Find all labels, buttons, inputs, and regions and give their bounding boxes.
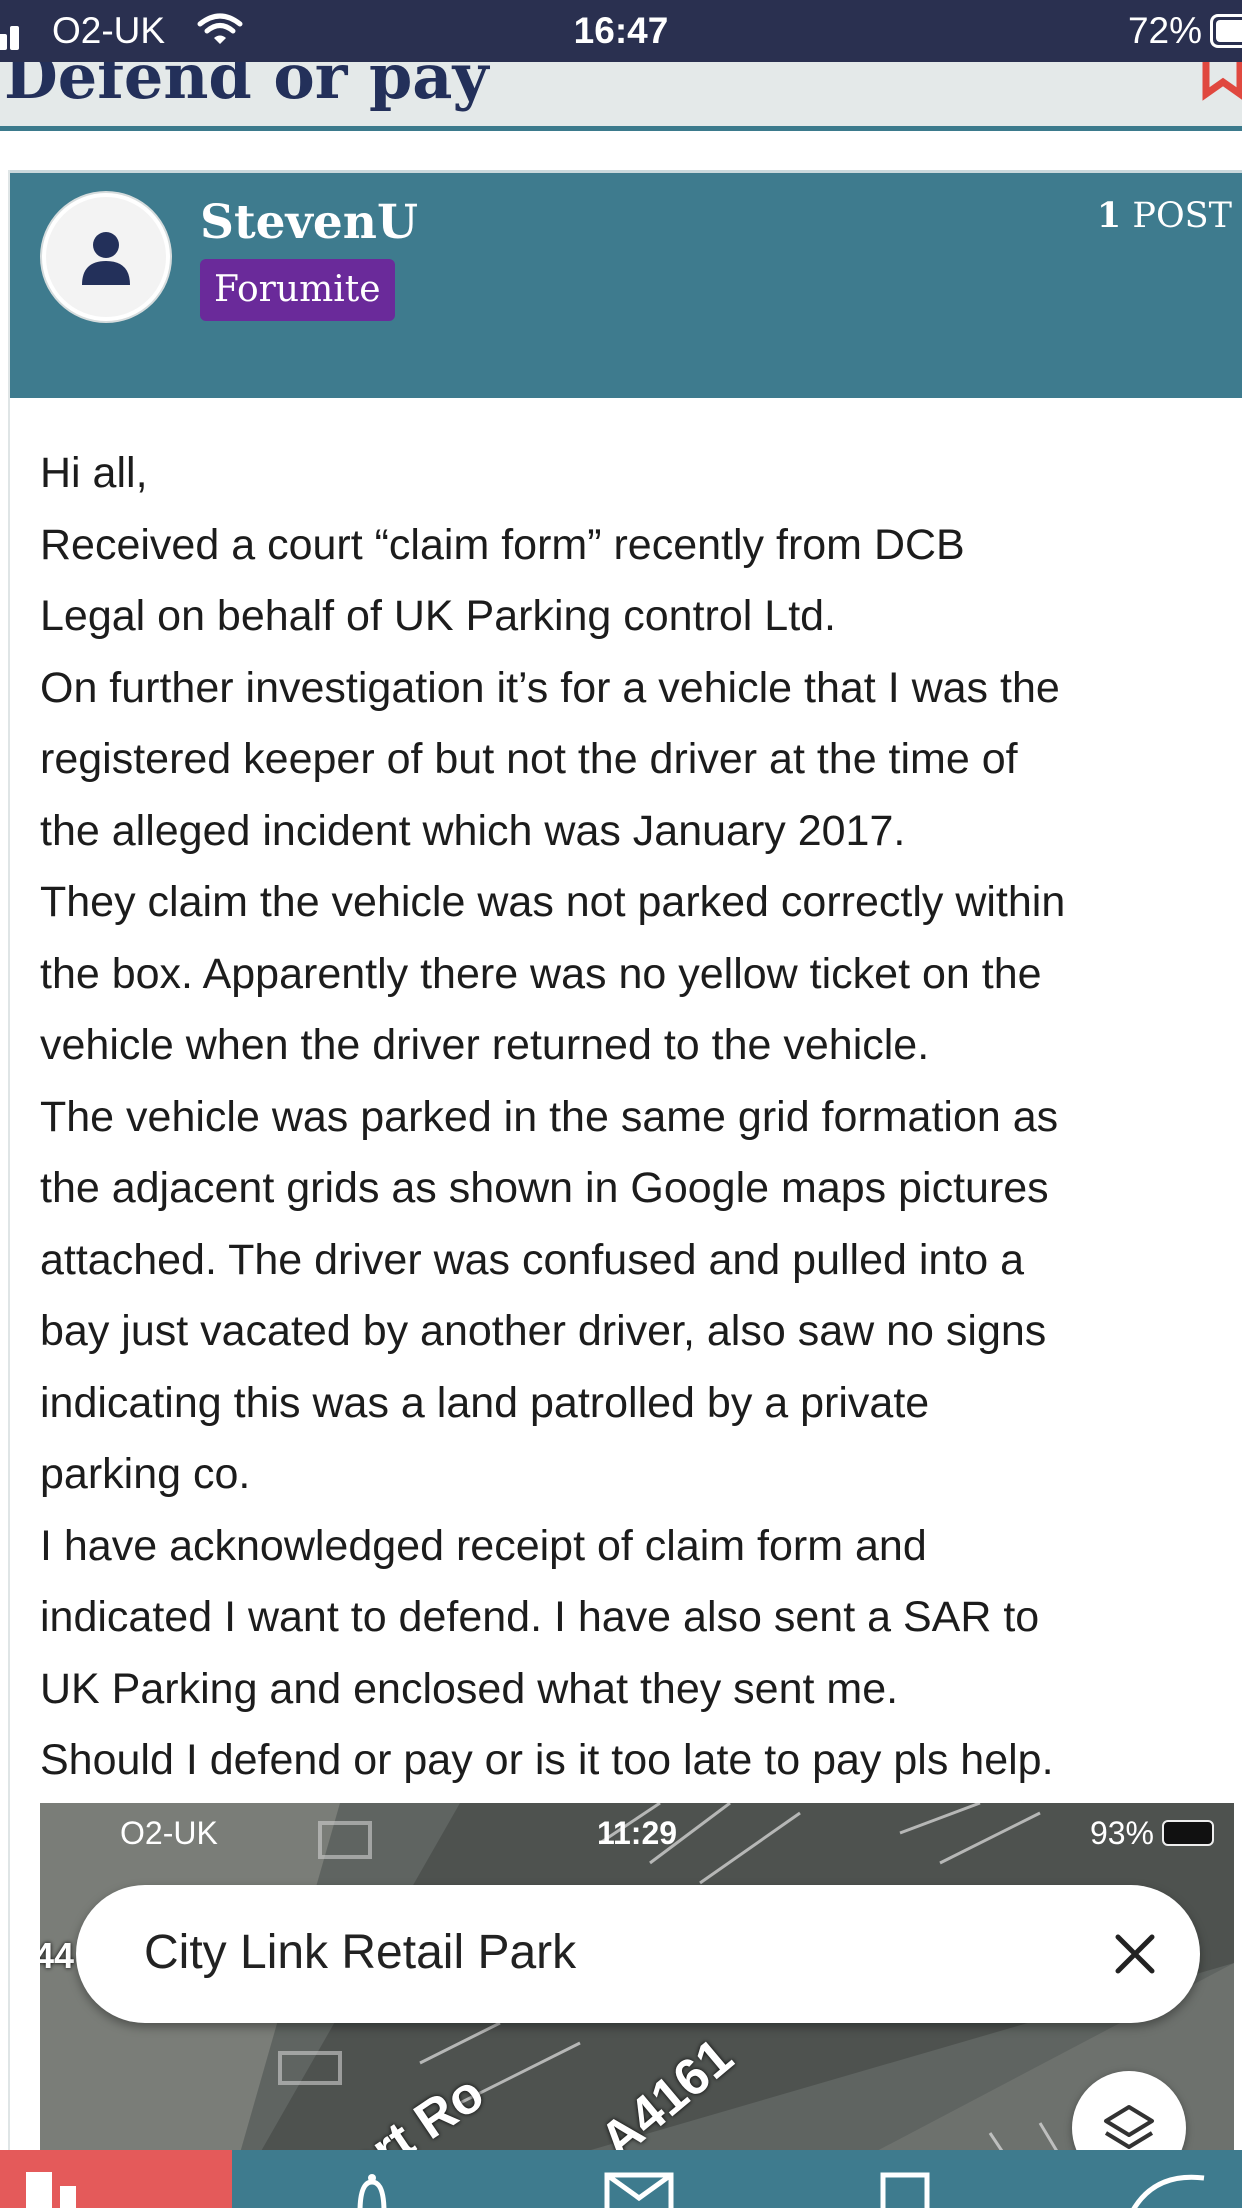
nav-bookmarks[interactable] <box>870 2150 940 2208</box>
nav-forums[interactable] <box>0 2150 232 2208</box>
post-line: attached. The driver was confused and pu… <box>40 1235 1025 1284</box>
post-line: On further investigation it’s for a vehi… <box>40 663 1060 712</box>
close-icon[interactable] <box>1110 1929 1160 1979</box>
post-line: The vehicle was parked in the same grid … <box>40 1092 1059 1141</box>
avatar[interactable] <box>42 193 170 321</box>
profile-icon <box>1131 2174 1205 2208</box>
post-line: parking co. <box>40 1450 251 1498</box>
post-line: Hi all, <box>40 449 148 497</box>
nav-profile[interactable] <box>1124 2150 1242 2208</box>
map-battery-percent: 93% <box>1089 1815 1154 1851</box>
map-battery-icon <box>1162 1820 1214 1846</box>
post-line: Should I defend or pay or is it too late… <box>40 1736 1054 1784</box>
mail-icon <box>604 2172 674 2208</box>
post-count-number: 1 <box>1096 195 1122 236</box>
battery-icon <box>1210 14 1242 48</box>
map-clock: 11:29 <box>596 1815 678 1851</box>
thread-title-bar: Defend or pay <box>0 62 1242 128</box>
post-line: They claim the vehicle was not parked co… <box>40 878 1066 926</box>
nav-notifications[interactable] <box>330 2150 420 2208</box>
post-line: bay just vacated by another driver, also… <box>40 1307 1047 1355</box>
rank-badge: Forumite <box>200 259 395 321</box>
post-line: the alleged incident which was January 2… <box>40 806 906 855</box>
post-line: indicated I want to defend. I have also … <box>40 1593 1040 1641</box>
post-count-label: POST <box>1132 196 1232 236</box>
post-line: UK Parking and enclosed what they sent m… <box>40 1664 899 1713</box>
forum-icon <box>26 2172 76 2208</box>
clock: 16:47 <box>573 10 669 51</box>
bookmark-icon[interactable] <box>1200 62 1242 102</box>
bell-icon <box>357 2174 387 2208</box>
post-line: I have acknowledged receipt of claim for… <box>40 1521 927 1570</box>
status-bar: O2-UK 16:47 72% <box>0 0 1242 62</box>
post-line: Received a court “claim form” recently f… <box>40 520 965 569</box>
person-silhouette-icon <box>82 232 130 285</box>
author-name[interactable]: StevenU <box>200 195 418 250</box>
post-header: StevenU Forumite 1 POST <box>10 170 1242 398</box>
attached-map-image[interactable]: O2-UK 11:29 93% 44 City Link Retail Park… <box>40 1803 1234 2208</box>
page-title: Defend or pay <box>4 62 489 113</box>
post-line: the box. Apparently there was no yellow … <box>40 949 1042 998</box>
post-body: Hi all, Received a court “claim form” re… <box>40 438 1240 1797</box>
post-line: Legal on behalf of UK Parking control Lt… <box>40 592 837 640</box>
post-count: 1 POST <box>1097 195 1232 236</box>
bottom-nav <box>0 2150 1242 2208</box>
post-line: indicating this was a land patrolled by … <box>40 1378 930 1427</box>
post-line: registered keeper of but not the driver … <box>40 735 1018 783</box>
post-line: the adjacent grids as shown in Google ma… <box>40 1164 1049 1212</box>
layers-icon <box>1104 2105 1154 2149</box>
map-search-bar[interactable]: City Link Retail Park <box>76 1885 1200 2023</box>
map-search-text: City Link Retail Park <box>144 1926 577 1979</box>
title-divider <box>0 126 1242 131</box>
nav-messages[interactable] <box>596 2150 686 2208</box>
map-edge-label: 44 <box>40 1935 75 1976</box>
post-line: vehicle when the driver returned to the … <box>40 1021 930 1069</box>
bookmark-nav-icon <box>880 2172 930 2208</box>
battery-percent: 72% <box>1127 10 1202 51</box>
